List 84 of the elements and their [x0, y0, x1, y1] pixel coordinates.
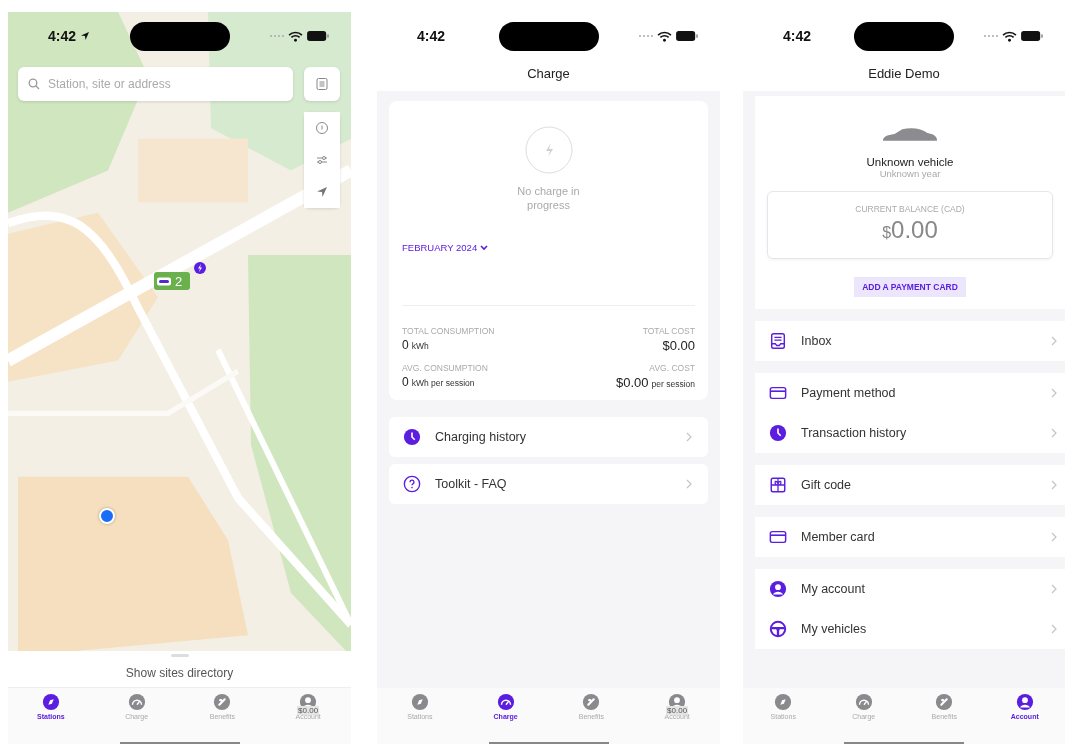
- status-time: 4:42: [417, 28, 446, 44]
- menu-item[interactable]: Inbox: [755, 321, 1065, 361]
- compass-icon: [774, 693, 793, 711]
- gauge-icon: [127, 693, 146, 711]
- chevron-right-icon: [1051, 584, 1057, 594]
- user-icon: [1015, 693, 1034, 711]
- stat-value: 0: [402, 375, 409, 389]
- chevron-right-icon: [1051, 336, 1057, 346]
- charge-status-text: No charge in progress: [516, 184, 581, 212]
- menu-item[interactable]: Payment method: [755, 373, 1065, 413]
- chevron-right-icon: [1051, 624, 1057, 634]
- gauge-icon: [496, 693, 515, 711]
- help-icon: [403, 475, 421, 493]
- chevron-right-icon: [1051, 428, 1057, 438]
- sheet-title: Show sites directory: [125, 666, 234, 680]
- screen-title: Charge: [526, 65, 571, 83]
- locate-button[interactable]: [304, 176, 340, 208]
- balance-label: CURRENT BALANCE (CAD): [855, 204, 965, 214]
- compass-icon: [410, 693, 429, 711]
- menu-item[interactable]: Member card: [755, 517, 1065, 557]
- stat-label: TOTAL COST: [642, 326, 695, 336]
- screen-title: Eddie Demo: [867, 65, 941, 83]
- stat-unit: kWh per session: [411, 378, 475, 388]
- wifi-icon: [1002, 30, 1017, 42]
- charging-bolt-icon: [524, 126, 573, 174]
- battery-icon: [307, 31, 329, 41]
- chevron-right-icon: [1051, 388, 1057, 398]
- menu-item[interactable]: My account: [755, 569, 1065, 609]
- stat-unit: per session: [651, 379, 695, 389]
- add-payment-card-button[interactable]: ADD A PAYMENT CARD: [854, 277, 966, 297]
- chevron-right-icon: [686, 432, 692, 442]
- tag-icon: [213, 693, 232, 711]
- menu-item[interactable]: Transaction history: [755, 413, 1065, 453]
- status-time: 4:42: [783, 28, 812, 44]
- gauge-icon: [854, 693, 873, 711]
- inbox-icon: [769, 332, 787, 350]
- clock-icon: [769, 424, 787, 442]
- charging-bolt-icon[interactable]: [194, 262, 206, 274]
- menu-item[interactable]: Gift code: [755, 465, 1065, 505]
- stat-value: $0.00: [616, 375, 649, 390]
- stat-label: AVG. COST: [649, 363, 695, 373]
- card-icon: [769, 384, 787, 402]
- gift-icon: [769, 476, 787, 494]
- card-icon: [769, 528, 787, 546]
- user-icon: [769, 580, 787, 598]
- filter-icon: [315, 153, 329, 167]
- search-field[interactable]: Station, site or address: [18, 67, 293, 101]
- menu-item[interactable]: My vehicles: [755, 609, 1065, 649]
- car-icon: [881, 126, 939, 144]
- location-arrow-icon: [315, 185, 329, 199]
- info-button[interactable]: [304, 112, 340, 144]
- stat-unit: kWh: [411, 341, 429, 351]
- wifi-icon: [657, 30, 672, 42]
- chevron-right-icon: [686, 479, 692, 489]
- search-icon: [28, 78, 40, 90]
- balance-badge: $0.00: [297, 706, 320, 715]
- tag-icon: [582, 693, 601, 711]
- status-time: 4:42: [48, 28, 77, 44]
- chevron-right-icon: [1051, 532, 1057, 542]
- chevron-down-icon: [480, 244, 489, 251]
- vehicle-name: Unknown vehicle: [866, 156, 954, 168]
- stat-value: $0.00: [662, 338, 695, 353]
- compass-icon: [41, 693, 60, 711]
- battery-icon: [1021, 31, 1043, 41]
- bottom-sheet[interactable]: Show sites directory: [8, 651, 351, 688]
- stat-label: AVG. CONSUMPTION: [402, 363, 489, 373]
- info-icon: [315, 121, 329, 135]
- list-view-button[interactable]: [304, 67, 340, 101]
- list-icon: [315, 77, 329, 91]
- month-dropdown[interactable]: FEBRUARY 2024: [402, 242, 489, 253]
- menu-item[interactable]: Charging history: [389, 417, 708, 457]
- tag-icon: [935, 693, 954, 711]
- battery-icon: [676, 31, 698, 41]
- stat-label: TOTAL CONSUMPTION: [402, 326, 496, 336]
- vehicle-year: Unknown year: [879, 168, 941, 179]
- balance-amount: $0.00: [882, 216, 938, 244]
- car-icon: [157, 276, 171, 286]
- menu-item[interactable]: Toolkit - FAQ: [389, 464, 708, 504]
- wifi-icon: [288, 30, 303, 42]
- chevron-right-icon: [1051, 480, 1057, 490]
- steering-wheel-icon: [769, 620, 787, 638]
- stat-value: 0: [402, 338, 409, 352]
- balance-badge: $0.00: [666, 706, 689, 715]
- clock-icon: [403, 428, 421, 446]
